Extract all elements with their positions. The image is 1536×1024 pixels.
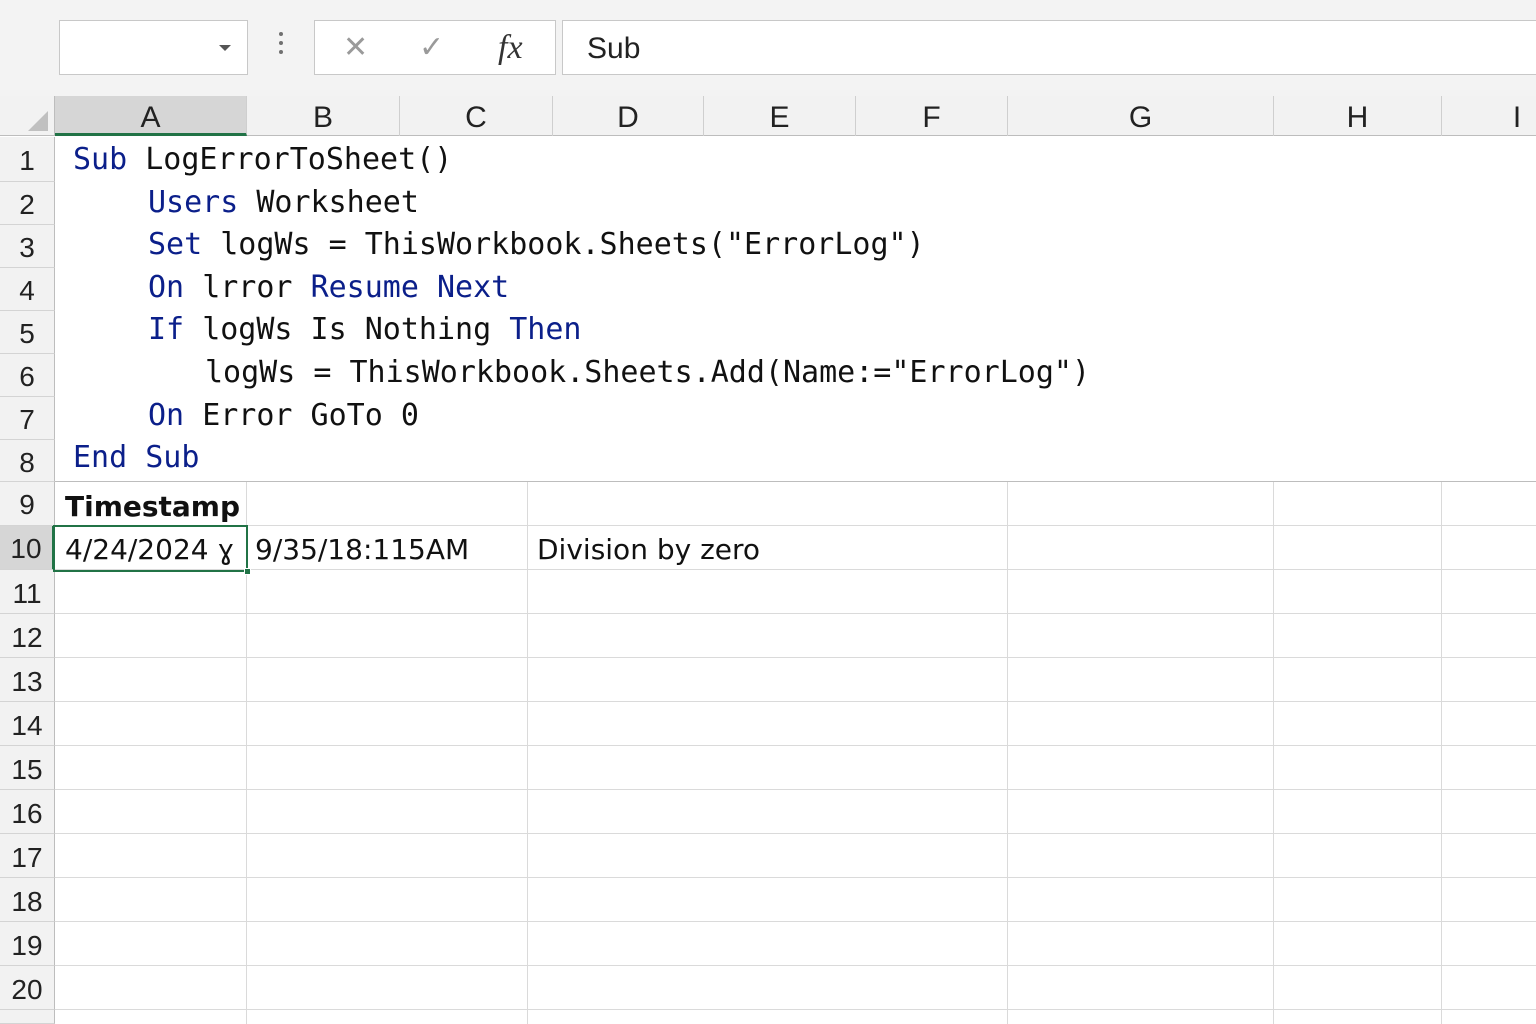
- grid-line: [55, 745, 1536, 746]
- row-header-16[interactable]: 16: [0, 790, 55, 834]
- column-header-g[interactable]: G: [1008, 96, 1274, 136]
- row-header-6[interactable]: 6: [0, 354, 55, 397]
- code-text: LogErrorToSheet(): [145, 142, 453, 177]
- row-header-2[interactable]: 2: [0, 182, 55, 225]
- insert-function-icon[interactable]: fx: [498, 31, 523, 65]
- row-header-21[interactable]: [0, 1010, 55, 1024]
- more-options-icon[interactable]: [272, 32, 290, 62]
- chevron-down-icon[interactable]: [219, 45, 231, 51]
- row-header-5[interactable]: 5: [0, 311, 55, 354]
- grid-line: [55, 481, 1536, 482]
- grid-line: [55, 877, 1536, 878]
- column-header-row: A B C D E F G H I: [0, 96, 1536, 136]
- grid-line: [55, 921, 1536, 922]
- column-header-a[interactable]: A: [55, 96, 247, 136]
- row-header-19[interactable]: 19: [0, 922, 55, 966]
- fill-handle[interactable]: [244, 568, 251, 575]
- grid-line: [55, 525, 1536, 526]
- code-text: logWs = ThisWorkbook.Sheets("ErrorLog"): [220, 227, 925, 262]
- grid-line: [55, 657, 1536, 658]
- cell-d10[interactable]: Division by zero: [537, 533, 760, 566]
- row-header-18[interactable]: 18: [0, 878, 55, 922]
- column-header-e[interactable]: E: [704, 96, 856, 136]
- row-header-9[interactable]: 9: [0, 482, 55, 526]
- code-text: Worksheet: [256, 185, 419, 220]
- row-header-8[interactable]: 8: [0, 440, 55, 482]
- active-cell-selection[interactable]: [53, 525, 251, 575]
- code-keyword: End Sub: [73, 440, 200, 475]
- column-header-h[interactable]: H: [1274, 96, 1442, 136]
- code-line-5[interactable]: If logWs Is Nothing Then: [148, 312, 581, 348]
- code-text: logWs = ThisWorkbook.Sheets.Add(Name:="E…: [205, 355, 1091, 390]
- code-keyword: Then: [509, 312, 582, 347]
- row-header-1[interactable]: 1: [0, 137, 55, 182]
- row-header-15[interactable]: 15: [0, 746, 55, 790]
- code-keyword: Set: [148, 227, 203, 262]
- cell-a9[interactable]: Timestamp: [65, 490, 240, 523]
- select-all-button[interactable]: [0, 96, 55, 136]
- column-header-b[interactable]: B: [247, 96, 400, 136]
- row-header-20[interactable]: 20: [0, 966, 55, 1010]
- code-text: Error GoTo 0: [202, 398, 419, 433]
- code-line-7[interactable]: On Error GoTo 0: [148, 398, 419, 434]
- grid-line: [55, 569, 1536, 570]
- grid-line: [1273, 482, 1274, 1024]
- grid-line: [1441, 482, 1442, 1024]
- row-header-12[interactable]: 12: [0, 614, 55, 658]
- code-line-1[interactable]: Sub LogErrorToSheet(): [73, 142, 452, 178]
- grid-line: [55, 965, 1536, 966]
- code-keyword: On: [148, 398, 185, 433]
- code-text: lrror: [202, 270, 293, 305]
- row-header-11[interactable]: 11: [0, 570, 55, 614]
- row-header-14[interactable]: 14: [0, 702, 55, 746]
- code-line-3[interactable]: Set logWs = ThisWorkbook.Sheets("ErrorLo…: [148, 227, 925, 263]
- row-header-10[interactable]: 10: [0, 526, 55, 570]
- row-header-13[interactable]: 13: [0, 658, 55, 702]
- code-keyword: Users: [148, 185, 239, 220]
- column-header-c[interactable]: C: [400, 96, 553, 136]
- grid-line: [527, 482, 528, 1024]
- code-line-8[interactable]: End Sub: [73, 440, 199, 476]
- cell-b10[interactable]: 9/35/18:115AM: [255, 533, 469, 566]
- grid-line: [55, 613, 1536, 614]
- code-keyword: If: [148, 312, 185, 347]
- code-keyword: On: [148, 270, 185, 305]
- grid-line: [55, 833, 1536, 834]
- name-box[interactable]: [59, 20, 248, 75]
- grid-line: [55, 1009, 1536, 1010]
- column-header-f[interactable]: F: [856, 96, 1008, 136]
- column-header-i[interactable]: I: [1442, 96, 1536, 136]
- code-line-4[interactable]: On lrror Resume Next: [148, 270, 509, 306]
- row-header-7[interactable]: 7: [0, 397, 55, 440]
- row-header-3[interactable]: 3: [0, 225, 55, 268]
- formula-buttons: ✕ ✓ fx: [314, 20, 556, 75]
- row-header-4[interactable]: 4: [0, 268, 55, 311]
- code-line-6[interactable]: logWs = ThisWorkbook.Sheets.Add(Name:="E…: [205, 355, 1090, 391]
- grid-line: [55, 701, 1536, 702]
- grid-line: [1007, 482, 1008, 1024]
- code-keyword: Sub: [73, 142, 128, 177]
- code-line-2[interactable]: Users Worksheet: [148, 185, 419, 221]
- close-icon[interactable]: ✕: [343, 31, 368, 65]
- column-header-d[interactable]: D: [553, 96, 704, 136]
- check-icon[interactable]: ✓: [419, 31, 444, 65]
- row-header-17[interactable]: 17: [0, 834, 55, 878]
- formula-input[interactable]: Sub: [562, 20, 1536, 75]
- formula-toolbar: ✕ ✓ fx Sub: [0, 0, 1536, 96]
- code-text: logWs Is Nothing: [202, 312, 492, 347]
- grid-line: [55, 789, 1536, 790]
- code-keyword: Resume Next: [310, 270, 510, 305]
